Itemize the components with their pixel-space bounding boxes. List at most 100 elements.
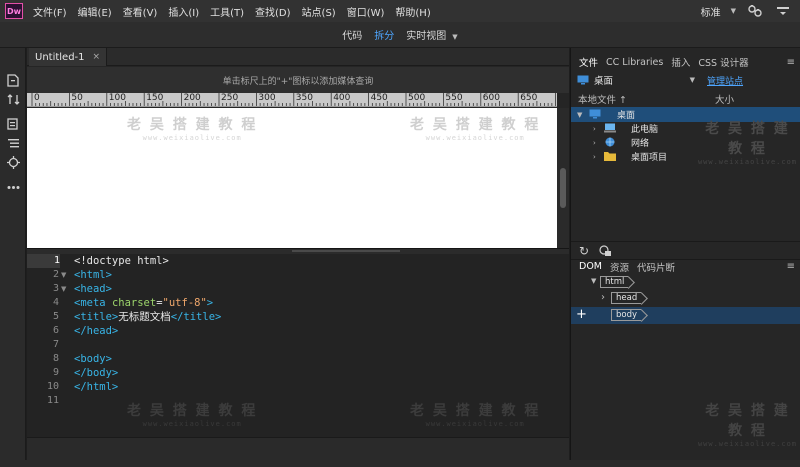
dom-node-body[interactable]: body	[611, 309, 642, 321]
watermark: 老 吴 搭 建 教 程 www.weixiaolive.com	[127, 114, 257, 142]
ruler-label: 0	[34, 93, 40, 103]
tree-item-label: 网络	[631, 139, 650, 149]
menu-find[interactable]: 查找(D)	[251, 4, 295, 19]
site-dropdown[interactable]: 桌面 ▼	[577, 73, 695, 87]
tab-cc-libraries[interactable]: CC Libraries	[606, 57, 663, 68]
watermark-url: www.weixiaolive.com	[697, 440, 798, 448]
ruler-label: 400	[333, 93, 351, 103]
monitor-icon	[589, 109, 601, 119]
fold-triangle-icon[interactable]: ▼	[61, 268, 66, 282]
refresh-icon[interactable]: ↻	[579, 244, 589, 258]
tree-item-label: 此电脑	[631, 125, 659, 135]
window-options-icon[interactable]	[774, 2, 792, 20]
dom-panel-tabs: DOM 资源 代码片断 ≡	[571, 259, 800, 274]
watermark-url: www.weixiaolive.com	[142, 134, 242, 142]
fold-triangle-icon[interactable]: ▼	[61, 282, 66, 296]
watermark-title: 老 吴 搭 建 教 程	[705, 121, 790, 157]
tab-assets[interactable]: 资源	[610, 260, 629, 274]
column-size[interactable]: 大小	[715, 92, 734, 106]
watermark-title: 老 吴 搭 建 教 程	[127, 403, 258, 419]
menu-window[interactable]: 窗口(W)	[343, 4, 389, 19]
ruler-ticks	[31, 93, 556, 106]
sync-settings-icon[interactable]	[746, 2, 764, 20]
tree-item-label: 桌面	[617, 111, 636, 121]
ruler-label: 650	[520, 93, 538, 103]
more-tools-icon[interactable]	[5, 179, 21, 195]
file-management-icon[interactable]	[5, 72, 21, 88]
tree-item-label: 桌面项目	[631, 153, 668, 163]
design-scrollbar[interactable]	[557, 108, 569, 248]
watermark-title: 老 吴 搭 建 教 程	[410, 403, 541, 419]
media-query-hint: 单击标尺上的"+"图标以添加媒体查询	[222, 76, 374, 87]
watermark: 老 吴 搭 建 教 程 www.weixiaolive.com	[410, 400, 540, 428]
live-view-button[interactable]: 实时视图 ▼	[406, 27, 457, 42]
dom-node-head[interactable]: head	[611, 292, 642, 304]
manage-sites-link[interactable]: 管理站点	[707, 74, 743, 87]
chevron-right-icon[interactable]: ›	[601, 292, 605, 303]
chevron-down-icon[interactable]: ▼	[591, 277, 596, 285]
document-area: Untitled-1 × 单击标尺上的"+"图标以添加媒体查询 0 50 100 15…	[27, 48, 569, 467]
chevron-right-icon: ›	[593, 152, 596, 161]
line-number: 6	[52, 325, 59, 336]
dreamweaver-logo: Dw	[5, 3, 23, 19]
expand-panel-icon[interactable]	[599, 245, 612, 257]
tab-files[interactable]: 文件	[579, 55, 598, 69]
menu-tools[interactable]: 工具(T)	[206, 4, 248, 19]
dom-node-html[interactable]: html	[600, 276, 629, 288]
watermark-title: 老 吴 搭 建 教 程	[705, 403, 790, 439]
line-number: 3	[52, 283, 59, 294]
window-bottom-edge	[0, 460, 800, 467]
code-line-2: <html>	[74, 269, 112, 281]
menu-site[interactable]: 站点(S)	[298, 4, 340, 19]
document-tab[interactable]: Untitled-1 ×	[29, 48, 108, 66]
code-token: >	[206, 297, 214, 309]
close-icon[interactable]: ×	[93, 52, 101, 62]
format-source-icon[interactable]	[5, 135, 21, 151]
menu-edit[interactable]: 编辑(E)	[74, 4, 116, 19]
tab-dom[interactable]: DOM	[579, 261, 602, 272]
code-token: "utf-8"	[162, 297, 207, 309]
document-tab-bar: Untitled-1 ×	[27, 48, 569, 66]
target-icon[interactable]	[5, 154, 21, 170]
arrows-updown-icon[interactable]	[5, 91, 21, 107]
scrollbar-thumb[interactable]	[560, 168, 566, 208]
right-panel: 文件 CC Libraries 插入 CSS 设计器 ≡ 桌面 ▼ 管理站点 本…	[570, 48, 800, 467]
sort-arrow-icon: ↑	[619, 95, 628, 106]
code-view-button[interactable]: 代码	[342, 27, 362, 42]
code-line-6: </head>	[74, 325, 119, 337]
ruler-label: 500	[408, 93, 426, 103]
line-number: 10	[46, 381, 59, 392]
media-query-bar[interactable]: 单击标尺上的"+"图标以添加媒体查询	[27, 67, 569, 93]
menu-file[interactable]: 文件(F)	[29, 4, 71, 19]
tab-css-designer[interactable]: CSS 设计器	[698, 55, 748, 69]
workspace-label: 标准	[700, 7, 721, 19]
menu-view[interactable]: 查看(V)	[119, 4, 162, 19]
watermark: 老 吴 搭 建 教 程 www.weixiaolive.com	[127, 400, 257, 428]
ruler-label: 150	[146, 93, 164, 103]
line-number: 2	[52, 269, 59, 280]
ruler[interactable]: 0 50 100 150 200 250 300 350 400 450 500 550 600 650	[27, 93, 557, 107]
dom-row-body[interactable]: + body	[571, 307, 800, 324]
line-number: 8	[52, 353, 59, 364]
split-view-button[interactable]: 拆分	[374, 27, 394, 42]
column-local-files[interactable]: 本地文件 ↑	[578, 92, 627, 106]
menu-right-group: 标准 ▼	[701, 0, 792, 22]
tab-snippets[interactable]: 代码片断	[637, 260, 675, 274]
workspace-dropdown[interactable]: 标准 ▼	[701, 4, 736, 19]
menu-help[interactable]: 帮助(H)	[391, 4, 434, 19]
panel-menu-icon[interactable]: ≡	[787, 57, 795, 68]
inspect-icon[interactable]	[5, 116, 21, 132]
file-list-header: 本地文件 ↑ 大小	[571, 92, 800, 106]
line-number: 9	[52, 367, 59, 378]
line-number-gutter: 1 2 3 4 5 6 7 8 9 10 11 ▼ ▼	[27, 254, 69, 437]
design-view[interactable]: 老 吴 搭 建 教 程 www.weixiaolive.com 老 吴 搭 建 …	[27, 108, 557, 248]
chevron-down-icon: ▼	[452, 33, 458, 41]
tab-insert[interactable]: 插入	[671, 55, 690, 69]
code-view[interactable]: 1 2 3 4 5 6 7 8 9 10 11 ▼ ▼ <!doctype ht…	[27, 254, 569, 437]
add-element-icon[interactable]: +	[576, 307, 587, 322]
panel-menu-icon[interactable]: ≡	[787, 261, 795, 272]
monitor-icon	[577, 75, 589, 85]
column-local-files-label: 本地文件	[578, 95, 617, 106]
menu-insert[interactable]: 插入(I)	[164, 4, 203, 19]
divider-grip[interactable]	[292, 250, 400, 252]
